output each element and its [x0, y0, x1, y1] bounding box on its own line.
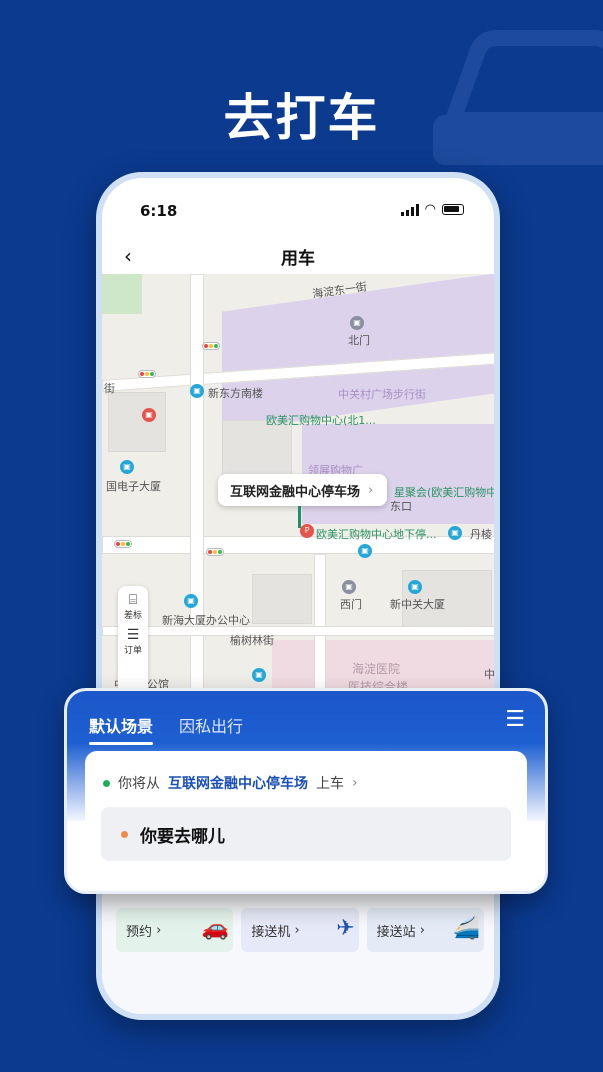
map-label: 欧美汇购物中心(北1...: [266, 414, 376, 427]
pickup-prefix: 你将从: [118, 776, 160, 792]
page-title: 用车: [281, 249, 315, 269]
map-label: 榆树林街: [230, 634, 274, 647]
order-icon: ☰: [126, 627, 140, 643]
traffic-light-icon: [206, 548, 224, 556]
map-label: 新东方南楼: [208, 387, 263, 400]
quick-actions: 预约 › 🚗 接送机 › ✈ 接送站 › 🚄: [116, 908, 484, 952]
traffic-light-icon: [114, 540, 132, 548]
traffic-light-icon: [138, 370, 156, 378]
address-card: 你将从 互联网金融中心停车场 上车 › 你要去哪儿: [85, 751, 527, 879]
orders-button[interactable]: ☰ 订单: [124, 627, 142, 656]
pickup-pin-icon: [298, 506, 301, 528]
building-poi-icon: ▣: [190, 384, 204, 398]
map-view[interactable]: 海淀东一街 ▣ 北门 中关村广场步行街 ▣ 新东方南楼 街 ▣ 欧美汇购物中心(…: [102, 274, 494, 704]
map-side-toolbar: ⌸ 差标 ☰ 订单: [118, 586, 148, 698]
destination-input[interactable]: 你要去哪儿: [101, 807, 511, 861]
map-label: 新海大厦办公中心: [162, 614, 250, 627]
tab-personal-trip[interactable]: 因私出行: [179, 713, 243, 737]
gate-poi-icon: ▣: [342, 580, 356, 594]
page-headline: 去打车: [223, 89, 380, 147]
transit-poi-icon: ▣: [142, 408, 156, 422]
pickup-row[interactable]: 你将从 互联网金融中心停车场 上车 ›: [103, 773, 358, 793]
map-label: 新中关大厦: [390, 598, 445, 611]
station-transfer-button[interactable]: 接送站 › 🚄: [366, 908, 484, 952]
map-label: 东口: [390, 500, 412, 513]
pickup-location-label: 互联网金融中心停车场: [230, 484, 361, 500]
building-poi-icon: ▣: [252, 668, 266, 682]
tool-label: 订单: [123, 646, 142, 656]
menu-icon[interactable]: ☰: [505, 707, 525, 732]
parking-poi-icon: P: [300, 524, 314, 538]
airport-transfer-label: 接送机: [251, 924, 291, 940]
map-label: 中: [484, 668, 494, 681]
travel-standard-button[interactable]: ⌸ 差标: [124, 592, 142, 621]
briefcase-icon: ⌸: [128, 592, 138, 608]
car-icon: 🚗: [201, 916, 230, 941]
traffic-light-icon: [202, 342, 220, 350]
status-time: 6:18: [140, 202, 178, 220]
building-poi-icon: ▣: [184, 594, 198, 608]
pickup-location-bubble[interactable]: 互联网金融中心停车场 ›: [218, 474, 388, 506]
nav-bar: ‹ 用车: [102, 236, 494, 276]
bus-poi-icon: ▣: [448, 526, 462, 540]
tool-label: 差标: [123, 611, 142, 621]
train-icon: 🚄: [452, 916, 480, 941]
map-label: 中关村广场步行街: [338, 388, 426, 401]
building-poi-icon: ▣: [408, 580, 422, 594]
reserve-label: 预约: [126, 924, 153, 940]
airport-transfer-button[interactable]: 接送机 › ✈: [241, 908, 359, 952]
station-transfer-label: 接送站: [376, 924, 416, 940]
chevron-right-icon: ›: [368, 482, 374, 498]
pickup-place: 互联网金融中心停车场: [168, 776, 308, 792]
wifi-icon: ◠: [424, 202, 436, 217]
status-bar: 6:18 ◠: [102, 178, 494, 240]
bus-poi-icon: ▣: [358, 544, 372, 558]
map-label: 海淀医院: [352, 662, 401, 676]
gate-poi-icon: ▣: [350, 316, 364, 330]
map-label: 丹棱: [470, 528, 492, 541]
pickup-dot-icon: [103, 779, 110, 787]
signal-icon: [400, 203, 419, 216]
tab-default-scene[interactable]: 默认场景: [89, 713, 154, 745]
map-label: 国电子大厦: [106, 480, 161, 493]
map-label: 西门: [340, 598, 362, 611]
ride-request-panel: 默认场景 因私出行 ☰ 你将从 互联网金融中心停车场 上车 › 你要去哪儿: [64, 688, 548, 894]
chevron-right-icon: ›: [352, 775, 358, 791]
building-poi-icon: ▣: [120, 460, 134, 474]
map-label: 欧美汇购物中心地下停...: [316, 528, 437, 541]
battery-icon: [442, 204, 464, 215]
reserve-button[interactable]: 预约 › 🚗: [116, 908, 234, 952]
map-label: 街: [104, 382, 115, 395]
pickup-suffix: 上车: [316, 776, 344, 792]
map-label: 北门: [348, 334, 370, 347]
airplane-icon: ✈: [336, 916, 355, 941]
destination-dot-icon: [121, 830, 128, 838]
destination-placeholder: 你要去哪儿: [140, 826, 225, 847]
